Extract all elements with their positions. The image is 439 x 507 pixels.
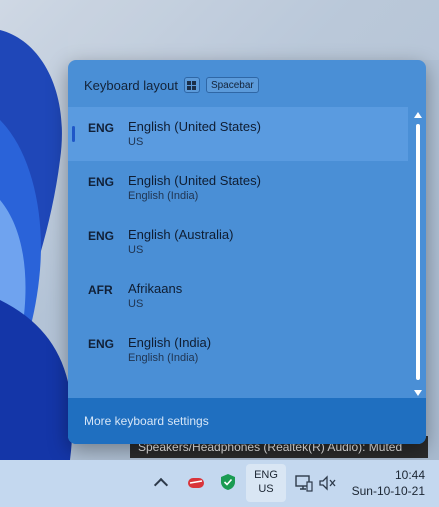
keyboard-layout-flyout: Keyboard layout Spacebar ENG English (Un… [68, 60, 426, 444]
layout-item[interactable]: ENG English (United States) English (Ind… [68, 161, 408, 215]
windows-logo-icon [187, 80, 197, 90]
layout-code: ENG [88, 229, 115, 243]
layout-language: English (United States) [128, 173, 261, 188]
network-icon[interactable] [295, 474, 313, 492]
layout-keyboard: US [128, 298, 144, 310]
layout-list: ENG English (United States) US ENG Engli… [68, 107, 408, 377]
layout-item[interactable]: ENG English (Australia) US [68, 215, 408, 269]
layout-keyboard: US [128, 244, 144, 256]
list-scrollbar[interactable] [414, 110, 422, 398]
expressvpn-icon[interactable] [186, 474, 206, 492]
volume-muted-icon[interactable] [318, 474, 338, 492]
layout-keyboard: English (India) [128, 190, 199, 202]
layout-code: AFR [88, 283, 113, 297]
layout-code: ENG [88, 337, 115, 351]
layout-item[interactable]: ENG English (United States) US [68, 107, 408, 161]
input-keyboard-code: US [258, 483, 274, 495]
layout-keyboard: English (India) [128, 352, 199, 364]
show-hidden-icons-chevron-icon[interactable] [153, 477, 169, 493]
clock-date: Sun-10-10-21 [351, 484, 425, 498]
taskbar-clock[interactable]: 10:44 Sun-10-10-21 [352, 467, 425, 499]
layout-language: English (Australia) [128, 227, 234, 242]
selection-indicator [72, 126, 75, 142]
flyout-header: Keyboard layout Spacebar [84, 76, 259, 94]
flyout-footer: More keyboard settings [68, 398, 426, 444]
scroll-thumb[interactable] [416, 124, 420, 380]
layout-language: Afrikaans [128, 281, 183, 296]
clock-time: 10:44 [394, 468, 425, 482]
layout-language: English (United States) [128, 119, 261, 134]
layout-item[interactable]: ENG English (India) English (India) [68, 323, 408, 377]
windows-key-badge [183, 77, 200, 93]
more-keyboard-settings-link[interactable]: More keyboard settings [84, 414, 209, 428]
scroll-down-icon[interactable] [414, 390, 422, 396]
layout-item[interactable]: AFR Afrikaans US [68, 269, 408, 323]
taskbar: ENG US 10:44 Sun-10-10-21 [0, 460, 439, 507]
layout-code: ENG [88, 175, 115, 189]
layout-keyboard: US [128, 136, 144, 148]
layout-language: English (India) [128, 335, 212, 350]
security-shield-icon[interactable] [220, 473, 236, 491]
layout-code: ENG [88, 121, 115, 135]
spacebar-key-badge: Spacebar [205, 77, 259, 93]
flyout-title: Keyboard layout [84, 77, 178, 93]
input-indicator-button[interactable]: ENG US [246, 464, 286, 502]
input-language-code: ENG [254, 469, 278, 481]
scroll-up-icon[interactable] [414, 112, 422, 118]
